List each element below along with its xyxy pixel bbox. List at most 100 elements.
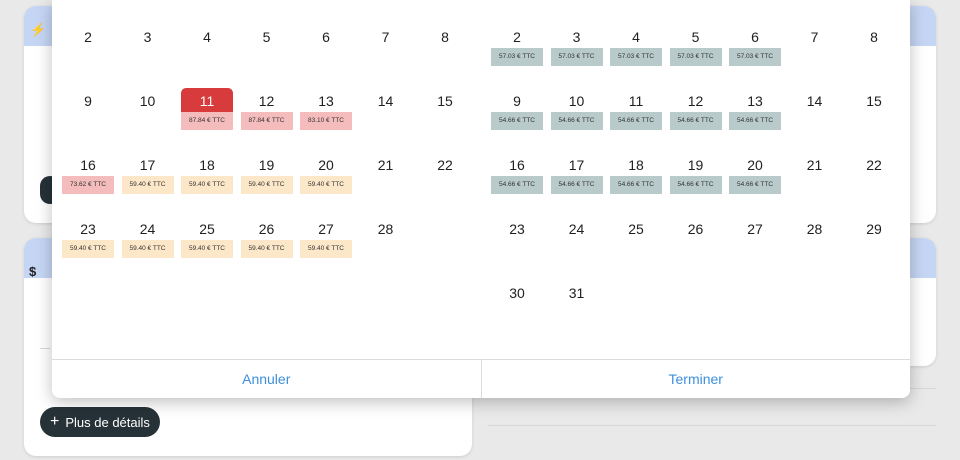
day-number: 27 xyxy=(318,221,334,237)
calendar-day[interactable]: 19 54.66 € TTC xyxy=(668,152,724,208)
day-number: 8 xyxy=(870,29,878,45)
calendar-day[interactable]: 30 xyxy=(489,280,545,336)
day-price: 54.66 € TTC xyxy=(491,112,543,130)
calendar-day[interactable]: 15 xyxy=(846,88,902,144)
calendar-day[interactable]: 31 xyxy=(549,280,605,336)
calendar-day[interactable]: 3 xyxy=(120,24,176,80)
calendar-day-selected[interactable]: 11 87.84 € TTC xyxy=(179,88,235,144)
calendar-day[interactable]: 26 xyxy=(668,216,724,272)
calendar-day[interactable]: 5 57.03 € TTC xyxy=(668,24,724,80)
more-details-button[interactable]: + Plus de détails xyxy=(40,407,160,437)
cancel-button[interactable]: Annuler xyxy=(52,360,481,398)
day-number: 26 xyxy=(258,221,275,237)
day-number: 16 xyxy=(509,157,525,173)
calendar-day[interactable]: 15 xyxy=(417,88,473,144)
calendar-day[interactable]: 9 xyxy=(60,88,116,144)
calendar-day[interactable]: 10 xyxy=(120,88,176,144)
modal-footer: Annuler Terminer xyxy=(52,359,910,398)
day-price: 59.40 € TTC xyxy=(300,176,352,194)
day-price: 59.40 € TTC xyxy=(240,240,293,258)
calendar-day[interactable]: 13 54.66 € TTC xyxy=(727,88,783,144)
day-number: 4 xyxy=(632,29,640,45)
calendar-day[interactable]: 17 59.40 € TTC xyxy=(120,152,176,208)
calendar-day[interactable]: 4 xyxy=(179,24,235,80)
day-number: 20 xyxy=(318,157,334,173)
calendar-day[interactable]: 18 59.40 € TTC xyxy=(179,152,235,208)
calendar-day[interactable]: 25 xyxy=(608,216,664,272)
calendar-day[interactable]: 21 xyxy=(358,152,414,208)
day-price: 59.40 € TTC xyxy=(181,240,233,258)
calendar-day[interactable]: 16 54.66 € TTC xyxy=(489,152,545,208)
calendar-day[interactable]: 22 xyxy=(417,152,473,208)
calendar-day[interactable]: 28 xyxy=(358,216,414,272)
calendar-day[interactable]: 11 54.66 € TTC xyxy=(608,88,664,144)
day-number: 16 xyxy=(80,157,96,173)
calendar-day[interactable]: 23 59.40 € TTC xyxy=(60,216,116,272)
day-number: 12 xyxy=(258,93,275,109)
day-number: 14 xyxy=(377,93,394,109)
calendar-month-right: 2 57.03 € TTC 3 57.03 € TTC 4 57.03 € TTC 5 57.… xyxy=(489,0,909,360)
calendar-day[interactable]: 19 59.40 € TTC xyxy=(239,152,295,208)
day-number: 15 xyxy=(437,93,453,109)
calendar-day[interactable]: 25 59.40 € TTC xyxy=(179,216,235,272)
calendar-day[interactable]: 27 59.40 € TTC xyxy=(298,216,354,272)
day-price: 54.66 € TTC xyxy=(550,112,603,130)
calendar-day[interactable]: 10 54.66 € TTC xyxy=(549,88,605,144)
calendar-day[interactable]: 7 xyxy=(787,24,843,80)
calendar-day[interactable]: 23 xyxy=(489,216,545,272)
day-number: 10 xyxy=(568,93,585,109)
calendar-day[interactable]: 2 57.03 € TTC xyxy=(489,24,545,80)
calendar-day[interactable]: 6 xyxy=(298,24,354,80)
calendar-day[interactable]: 9 54.66 € TTC xyxy=(489,88,545,144)
day-price: 54.66 € TTC xyxy=(669,176,722,194)
calendar-day[interactable]: 18 54.66 € TTC xyxy=(608,152,664,208)
day-number: 31 xyxy=(568,285,585,301)
day-number: 23 xyxy=(509,221,525,237)
day-number: 21 xyxy=(806,157,823,173)
calendar-day[interactable]: 28 xyxy=(787,216,843,272)
day-price: 59.40 € TTC xyxy=(121,176,174,194)
calendar-day[interactable]: 3 57.03 € TTC xyxy=(549,24,605,80)
calendar-day[interactable]: 16 73.62 € TTC xyxy=(60,152,116,208)
calendar-day[interactable]: 6 57.03 € TTC xyxy=(727,24,783,80)
day-price: 54.66 € TTC xyxy=(610,176,662,194)
calendar-day[interactable]: 14 xyxy=(358,88,414,144)
calendar-day[interactable]: 22 xyxy=(846,152,902,208)
day-number: 30 xyxy=(509,285,525,301)
calendar-day[interactable]: 8 xyxy=(417,24,473,80)
calendar-day[interactable]: 20 59.40 € TTC xyxy=(298,152,354,208)
calendar-day[interactable]: 7 xyxy=(358,24,414,80)
day-price: 54.66 € TTC xyxy=(610,112,662,130)
day-number: 3 xyxy=(572,29,581,45)
day-price: 59.40 € TTC xyxy=(62,240,114,258)
calendar-day[interactable]: 17 54.66 € TTC xyxy=(549,152,605,208)
calendar-day[interactable]: 20 54.66 € TTC xyxy=(727,152,783,208)
day-number: 14 xyxy=(806,93,823,109)
divider xyxy=(40,348,50,349)
day-number: 28 xyxy=(806,221,823,237)
calendar-day[interactable]: 14 xyxy=(787,88,843,144)
day-number: 19 xyxy=(258,157,275,173)
calendar-day[interactable]: 4 57.03 € TTC xyxy=(608,24,664,80)
calendar-day[interactable]: 12 54.66 € TTC xyxy=(668,88,724,144)
calendar-day[interactable]: 29 xyxy=(846,216,902,272)
day-number: 23 xyxy=(80,221,96,237)
bolt-icon: ⚡ xyxy=(30,22,47,37)
calendar-day[interactable]: 8 xyxy=(846,24,902,80)
calendar-day[interactable]: 12 87.84 € TTC xyxy=(239,88,295,144)
calendar-day[interactable]: 2 xyxy=(60,24,116,80)
day-price: 57.03 € TTC xyxy=(550,48,603,66)
calendar-day[interactable]: 27 xyxy=(727,216,783,272)
calendar-day[interactable]: 24 59.40 € TTC xyxy=(120,216,176,272)
calendar-day[interactable]: 13 83.10 € TTC xyxy=(298,88,354,144)
day-number: 13 xyxy=(747,93,763,109)
day-number: 10 xyxy=(139,93,156,109)
calendar-day[interactable]: 24 xyxy=(549,216,605,272)
day-number: 20 xyxy=(747,157,763,173)
calendar-day[interactable]: 21 xyxy=(787,152,843,208)
calendar-day[interactable]: 5 xyxy=(239,24,295,80)
confirm-button[interactable]: Terminer xyxy=(480,360,911,398)
day-price: 59.40 € TTC xyxy=(181,176,233,194)
calendar-day[interactable]: 26 59.40 € TTC xyxy=(239,216,295,272)
day-number: 13 xyxy=(318,93,334,109)
